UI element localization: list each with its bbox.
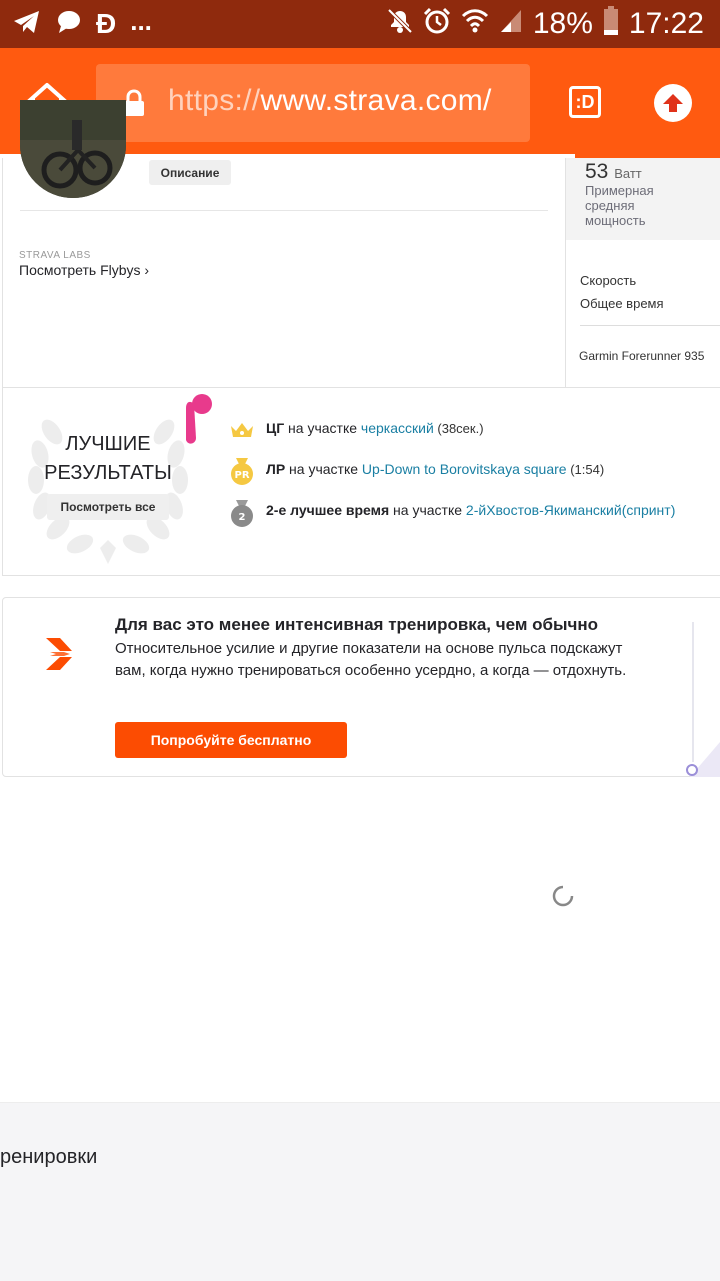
more-notifications: ... xyxy=(130,5,152,36)
achievement-text: на участке xyxy=(285,461,362,477)
pr-medal-icon: PR xyxy=(231,458,253,485)
achievement-row: 2-е лучшее время на участке 2-йХвостов-Я… xyxy=(266,502,675,518)
achievement-row: ЛР на участке Up-Down to Borovitskaya sq… xyxy=(266,461,604,477)
svg-text:2: 2 xyxy=(239,512,246,523)
strava-labs-label: STRAVA LABS xyxy=(19,250,91,261)
battery-percent: 18% xyxy=(532,6,593,40)
segment-link[interactable]: 2-йХвостов-Якиманский(спринт) xyxy=(466,502,675,518)
power-caption: Примерная средняя мощность xyxy=(585,183,654,228)
divider xyxy=(20,210,548,211)
promo-text: Относительное усилие и другие показатели… xyxy=(115,640,627,679)
svg-text:PR: PR xyxy=(234,470,249,481)
section-heading: ренировки xyxy=(0,1146,98,1168)
d-coin-icon: Đ xyxy=(96,8,117,39)
mute-icon xyxy=(387,7,413,40)
try-free-button[interactable]: Попробуйте бесплатно xyxy=(115,722,347,758)
loading-spinner-icon xyxy=(552,885,574,907)
wifi-icon xyxy=(461,8,489,39)
achievements-title: ЛУЧШИЕ РЕЗУЛЬТАТЫ xyxy=(44,433,172,484)
alarm-icon xyxy=(423,7,451,40)
see-all-button[interactable]: Посмотреть все xyxy=(47,494,169,520)
bottom-section xyxy=(0,1102,720,1281)
tabs-button[interactable]: :D xyxy=(569,86,601,118)
device-name: Garmin Forerunner 935 xyxy=(579,349,705,363)
view-flybys-link[interactable]: Посмотреть Flybys › xyxy=(19,262,149,278)
divider xyxy=(580,325,720,326)
promo-decoration xyxy=(686,622,720,777)
achievement-time: (1:54) xyxy=(566,462,605,477)
signal-icon xyxy=(499,8,523,39)
upload-button[interactable] xyxy=(654,84,692,122)
achievement-text: на участке xyxy=(389,502,466,518)
promo-title: Для вас это менее интенсивная тренировка… xyxy=(115,615,599,634)
segment-link[interactable]: Up-Down to Borovitskaya square xyxy=(362,461,567,477)
url-scheme: https:// xyxy=(168,84,261,117)
clock: 17:22 xyxy=(628,6,704,40)
achievement-time: (38сек.) xyxy=(433,421,484,436)
achievement-row: ЦГ на участке черкасский (38сек.) xyxy=(266,420,484,436)
silver-medal-icon: 2 xyxy=(231,500,253,527)
power-unit: Ватт xyxy=(614,166,642,181)
achievement-type: ЛР xyxy=(266,461,286,477)
power-value: 53 xyxy=(585,160,609,183)
url-text: https://www.strava.com/ xyxy=(168,84,492,118)
telegram-icon xyxy=(12,9,42,40)
status-bar: Đ ... 18% 17:22 xyxy=(0,0,720,48)
achievement-text: на участке xyxy=(284,420,361,436)
achievement-type: 2-е лучшее время xyxy=(266,502,390,518)
achievement-type: ЦГ xyxy=(266,420,285,436)
description-button[interactable]: Описание xyxy=(149,160,231,185)
pink-marker xyxy=(186,394,212,444)
crown-icon xyxy=(231,423,253,437)
segment-link[interactable]: черкасский xyxy=(361,420,434,436)
arrow-up-icon xyxy=(663,94,683,112)
battery-icon xyxy=(603,6,619,41)
relative-effort-icon xyxy=(46,638,72,670)
speed-label: Скорость xyxy=(580,273,637,288)
power-stat: 53 Ватт xyxy=(585,160,642,184)
chat-bubble-icon xyxy=(56,9,82,40)
elapsed-time-label: Общее время xyxy=(580,296,664,311)
url-host: www.strava.com/ xyxy=(260,84,492,117)
address-bar[interactable]: https://www.strava.com/ xyxy=(96,64,530,142)
